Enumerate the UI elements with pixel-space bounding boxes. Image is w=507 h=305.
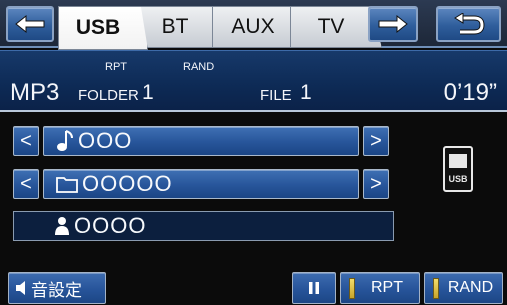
elapsed-time: 0’19”: [443, 79, 497, 106]
folder-name: OOOOO: [82, 171, 173, 196]
folder-name-button[interactable]: OOOOO: [43, 169, 359, 199]
sound-settings-label: 音設定: [31, 280, 82, 300]
folder-icon: [56, 175, 78, 193]
rpt-status-label: RPT: [105, 61, 127, 73]
speaker-icon: [15, 281, 27, 295]
format-label: MP3: [10, 79, 60, 106]
rand-status-label: RAND: [183, 61, 215, 73]
arrow-right-icon: [378, 14, 408, 34]
folder-number: 1: [142, 81, 154, 104]
track-title: OOO: [78, 128, 133, 153]
arrow-left-icon: [15, 14, 45, 34]
rpt-button-label: RPT: [371, 279, 403, 296]
artist-name: OOOO: [74, 213, 147, 238]
pause-icon: [309, 282, 319, 294]
rpt-button[interactable]: RPT: [340, 272, 420, 304]
person-icon: [54, 216, 70, 236]
usb-device-label: USB: [448, 174, 468, 184]
source-tab-bar: USB BT AUX TV: [0, 0, 507, 50]
artist-row: OOOO: [13, 211, 394, 241]
return-arrow-icon: [453, 13, 485, 35]
tab-usb[interactable]: USB: [58, 6, 148, 50]
chevron-right-icon: >: [370, 129, 382, 152]
bottom-control-bar: 音設定 RPT RAND: [0, 268, 507, 305]
folder-prev-button[interactable]: <: [13, 169, 39, 199]
return-button[interactable]: [436, 6, 501, 42]
folder-label: FOLDER: [78, 87, 139, 104]
music-note-icon: [56, 129, 74, 153]
playback-info-bar: MP3 RPT RAND FOLDER 1 FILE 1 0’19”: [0, 50, 507, 112]
rpt-indicator: [349, 278, 355, 299]
chevron-right-icon: >: [370, 172, 382, 195]
sound-settings-button[interactable]: 音設定: [8, 272, 106, 304]
back-arrow-button[interactable]: [6, 6, 54, 42]
rand-indicator: [433, 278, 439, 299]
rand-button[interactable]: RAND: [424, 272, 503, 304]
chevron-left-icon: <: [20, 172, 32, 195]
chevron-left-icon: <: [20, 129, 32, 152]
audio-screen: USB BT AUX TV MP3 RPT RAND FOLDER 1 FILE…: [0, 0, 507, 305]
file-number: 1: [300, 81, 312, 104]
track-next-button[interactable]: >: [363, 126, 389, 156]
track-title-button[interactable]: OOO: [43, 126, 359, 156]
rand-button-label: RAND: [447, 279, 494, 296]
usb-slot: [449, 154, 467, 168]
file-label: FILE: [260, 87, 292, 104]
track-prev-button[interactable]: <: [13, 126, 39, 156]
folder-next-button[interactable]: >: [363, 169, 389, 199]
usb-device-icon: USB: [443, 146, 473, 192]
pause-button[interactable]: [292, 272, 336, 304]
forward-arrow-button[interactable]: [368, 6, 418, 42]
